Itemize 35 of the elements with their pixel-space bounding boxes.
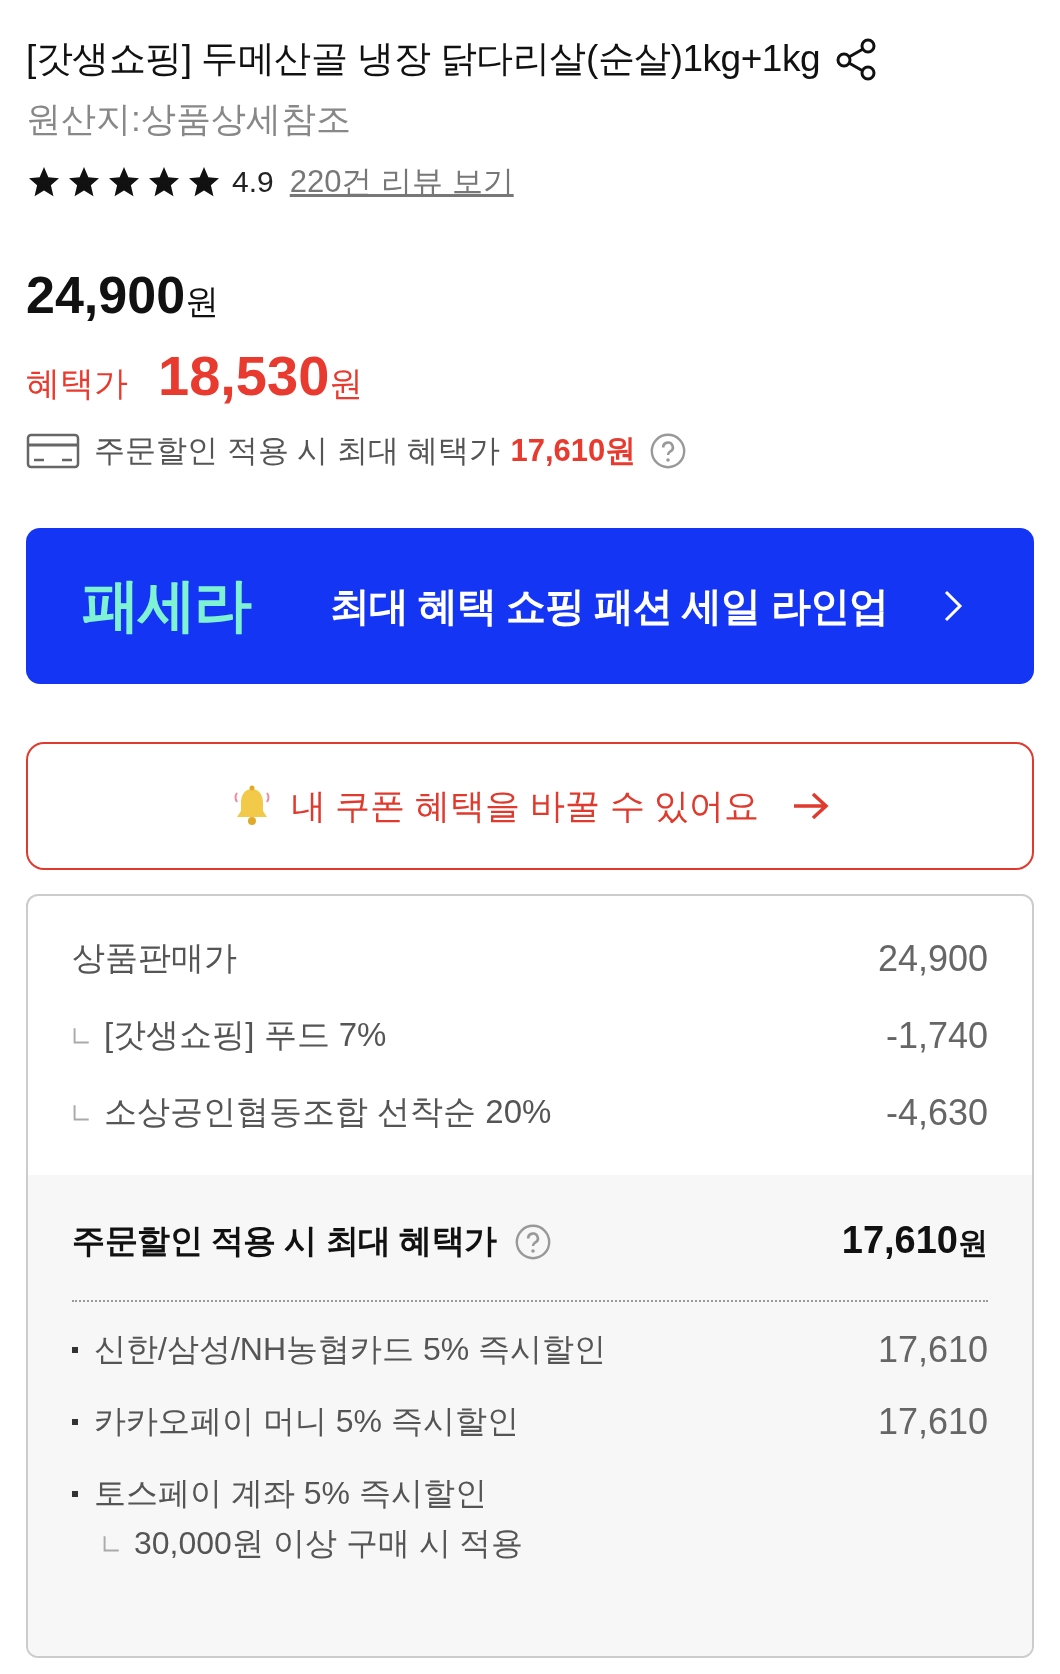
breakdown-label: 상품판매가 [72,938,237,978]
review-link[interactable]: 220건 리뷰 보기 [289,161,514,203]
offer-label: 카카오페이 머니 5% 즉시할인 [94,1402,519,1441]
breakdown-label: 소상공인협동조합 선착순 20% [104,1092,552,1132]
offer-value: 17,610 [877,1401,988,1443]
offer-value: 17,610 [877,1329,988,1371]
help-icon[interactable] [650,433,687,469]
coupon-button[interactable]: 내 쿠폰 혜택을 바꿀 수 있어요 [26,742,1034,870]
offer-label: 토스페이 계좌 5% 즉시할인 [94,1474,487,1513]
corner-mark-icon [72,1103,90,1122]
help-icon[interactable] [514,1223,551,1260]
total-label: 주문할인 적용 시 최대 혜택가 [72,1221,497,1261]
rating-score: 4.9 [232,165,274,199]
original-price: 24,900원 [26,265,221,325]
origin-text: 원산지:상품상세참조 [26,98,352,140]
bullet-icon [72,1347,78,1353]
total-price: 17,610원 [841,1219,988,1263]
benefit-price: 18,530원 [158,343,364,408]
breakdown-value: -1,740 [885,1014,988,1057]
corner-mark-icon [102,1535,120,1553]
credit-card-icon [26,433,80,469]
bullet-icon [72,1419,78,1425]
product-title: [갓생쇼핑] 두메산골 냉장 닭다리살(순살)1kg+1kg [26,37,820,81]
corner-mark-icon [72,1026,90,1045]
max-benefit-price: 17,610원 [510,432,637,470]
promo-banner[interactable]: 패세라 최대 혜택 쇼핑 패션 세일 라인업 [26,528,1034,684]
bullet-icon [72,1491,78,1497]
offer-note: 30,000원 이상 구매 시 적용 [134,1524,524,1563]
breakdown-label: [갓생쇼핑] 푸드 7% [104,1015,387,1055]
breakdown-value: -4,630 [885,1091,988,1134]
offer-label: 신한/삼성/NH농협카드 5% 즉시할인 [94,1330,607,1369]
chevron-right-icon [942,588,964,624]
breakdown-value: 24,900 [877,937,988,980]
benefit-label: 혜택가 [26,363,128,404]
max-benefit-label: 주문할인 적용 시 최대 혜택가 [94,432,501,470]
